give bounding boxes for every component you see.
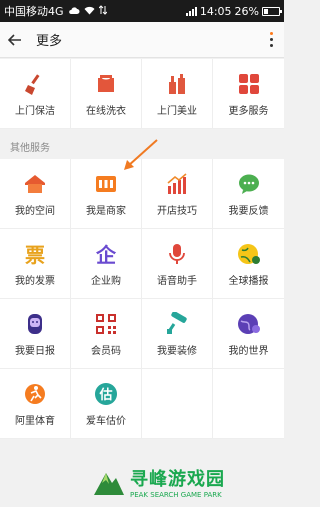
site-watermark: 寻峰游戏园 PEAK SEARCH GAME PARK bbox=[92, 456, 284, 507]
watermark-title: 寻峰游戏园 bbox=[130, 468, 225, 490]
annotation-arrow bbox=[124, 139, 158, 170]
peak-logo-icon bbox=[94, 472, 124, 495]
watermark-subtitle: PEAK SEARCH GAME PARK bbox=[130, 490, 222, 499]
